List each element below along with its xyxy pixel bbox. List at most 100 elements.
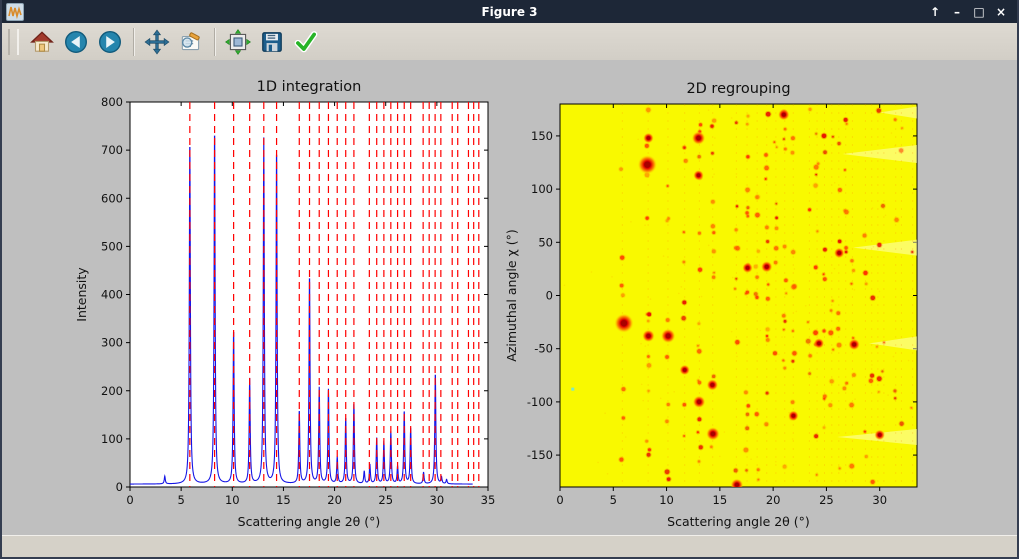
diffraction-spot — [698, 381, 701, 384]
diffraction-spot — [845, 251, 848, 254]
diffraction-spot — [764, 166, 769, 171]
figure-canvas[interactable]: 0510152025303501002003004005006007008001… — [2, 60, 1017, 535]
diffraction-spot — [815, 174, 817, 176]
diffraction-spot — [697, 431, 699, 433]
diffraction-spot — [645, 144, 649, 148]
diffraction-spot — [647, 320, 650, 323]
diffraction-spot — [864, 430, 866, 432]
hotspot-core — [837, 251, 841, 255]
diffraction-spot — [699, 123, 702, 126]
diffraction-spot — [782, 359, 784, 361]
diffraction-spot — [764, 422, 768, 426]
diffraction-spot — [648, 448, 651, 451]
diffraction-spot — [845, 382, 848, 385]
diffraction-spot — [792, 351, 796, 355]
customize-button[interactable] — [290, 26, 322, 58]
diffraction-spot — [843, 387, 847, 391]
hotspot-core — [697, 174, 701, 178]
forward-button[interactable] — [94, 26, 126, 58]
diffraction-spot — [838, 240, 841, 243]
x-tick-label: 25 — [378, 493, 393, 507]
diffraction-spot — [683, 435, 685, 437]
diffraction-spot — [911, 251, 913, 253]
diffraction-spot — [773, 351, 777, 355]
titlebar[interactable]: Figure 3 ↑ – □ × — [2, 0, 1017, 23]
diffraction-spot — [792, 330, 794, 332]
diffraction-spot — [765, 178, 767, 180]
diffraction-spot — [899, 422, 903, 426]
diffraction-spot — [828, 330, 833, 335]
diffraction-spot — [774, 246, 778, 250]
close-button[interactable]: × — [993, 4, 1009, 20]
diffraction-spot — [844, 246, 847, 249]
diffraction-spot — [747, 215, 750, 218]
minimize-button[interactable]: – — [949, 4, 965, 20]
diffraction-spot — [755, 296, 758, 299]
diffraction-spot — [621, 387, 625, 391]
diffraction-spot — [894, 397, 896, 399]
diffraction-spot — [764, 153, 768, 157]
diffraction-spot — [869, 379, 873, 383]
checkmark-icon — [293, 29, 319, 55]
y-tick-label: 300 — [101, 336, 123, 350]
pan-button[interactable] — [141, 26, 173, 58]
diffraction-spot — [647, 453, 651, 457]
hotspot-core — [710, 383, 714, 387]
diffraction-spot — [836, 327, 840, 331]
diffraction-spot — [747, 404, 750, 407]
hotspot-core — [746, 266, 750, 270]
hotspot-core — [765, 265, 769, 269]
y-axis-label: Intensity — [74, 267, 89, 322]
plot-title: 2D regrouping — [686, 81, 790, 97]
x-tick-label: 30 — [872, 493, 887, 507]
hotspot-core — [621, 320, 627, 326]
diffraction-spot — [745, 188, 750, 193]
y-tick-label: -100 — [527, 395, 553, 409]
diffraction-spot — [735, 278, 737, 280]
home-button[interactable] — [26, 26, 58, 58]
save-button[interactable] — [256, 26, 288, 58]
figure-window: Figure 3 ↑ – □ × — [0, 0, 1019, 559]
diffraction-spot — [774, 261, 778, 265]
diffraction-spot — [846, 123, 848, 125]
diffraction-spot — [756, 195, 760, 199]
back-button[interactable] — [60, 26, 92, 58]
y-tick-label: 0 — [116, 480, 123, 494]
status-bar — [2, 535, 1017, 558]
diffraction-spot — [830, 379, 834, 383]
plots-svg[interactable]: 0510152025303501002003004005006007008001… — [2, 60, 1017, 535]
diffraction-spot — [865, 283, 868, 286]
x-axis-label: Scattering angle 2θ (°) — [238, 514, 381, 529]
diffraction-spot — [836, 311, 840, 315]
toolbar-handle[interactable] — [8, 29, 19, 55]
diffraction-spot — [647, 363, 652, 368]
diffraction-spot — [698, 322, 701, 325]
diffraction-spot — [667, 403, 670, 406]
plot-2d-regrouping[interactable]: 051015202530-150-100-500501001502D regro… — [504, 81, 917, 529]
zoom-button[interactable] — [175, 26, 207, 58]
x-tick-label: 0 — [556, 493, 563, 507]
diffraction-spot — [619, 167, 623, 171]
diffraction-spot — [877, 108, 881, 112]
diffraction-spot — [683, 403, 686, 406]
diffraction-spot — [667, 477, 671, 481]
rollup-button[interactable]: ↑ — [927, 4, 943, 20]
diffraction-spot — [832, 349, 834, 351]
subplots-button[interactable] — [222, 26, 254, 58]
diffraction-spot — [815, 133, 817, 135]
plot-1d-integration[interactable]: 0510152025303501002003004005006007008001… — [74, 79, 495, 529]
back-arrow-icon — [63, 29, 89, 55]
diffraction-spot — [647, 390, 649, 392]
diffraction-spot — [806, 339, 811, 344]
diffraction-spot — [852, 269, 855, 272]
diffraction-spot — [823, 277, 827, 281]
x-tick-label: 5 — [610, 493, 617, 507]
diffraction-spot — [735, 340, 739, 344]
diffraction-spot — [667, 217, 670, 220]
diffraction-spot — [844, 118, 848, 122]
forward-arrow-icon — [97, 29, 123, 55]
diffraction-spot — [684, 159, 688, 163]
hotspot-core — [735, 483, 739, 487]
maximize-button[interactable]: □ — [971, 4, 987, 20]
x-tick-label: 15 — [713, 493, 728, 507]
